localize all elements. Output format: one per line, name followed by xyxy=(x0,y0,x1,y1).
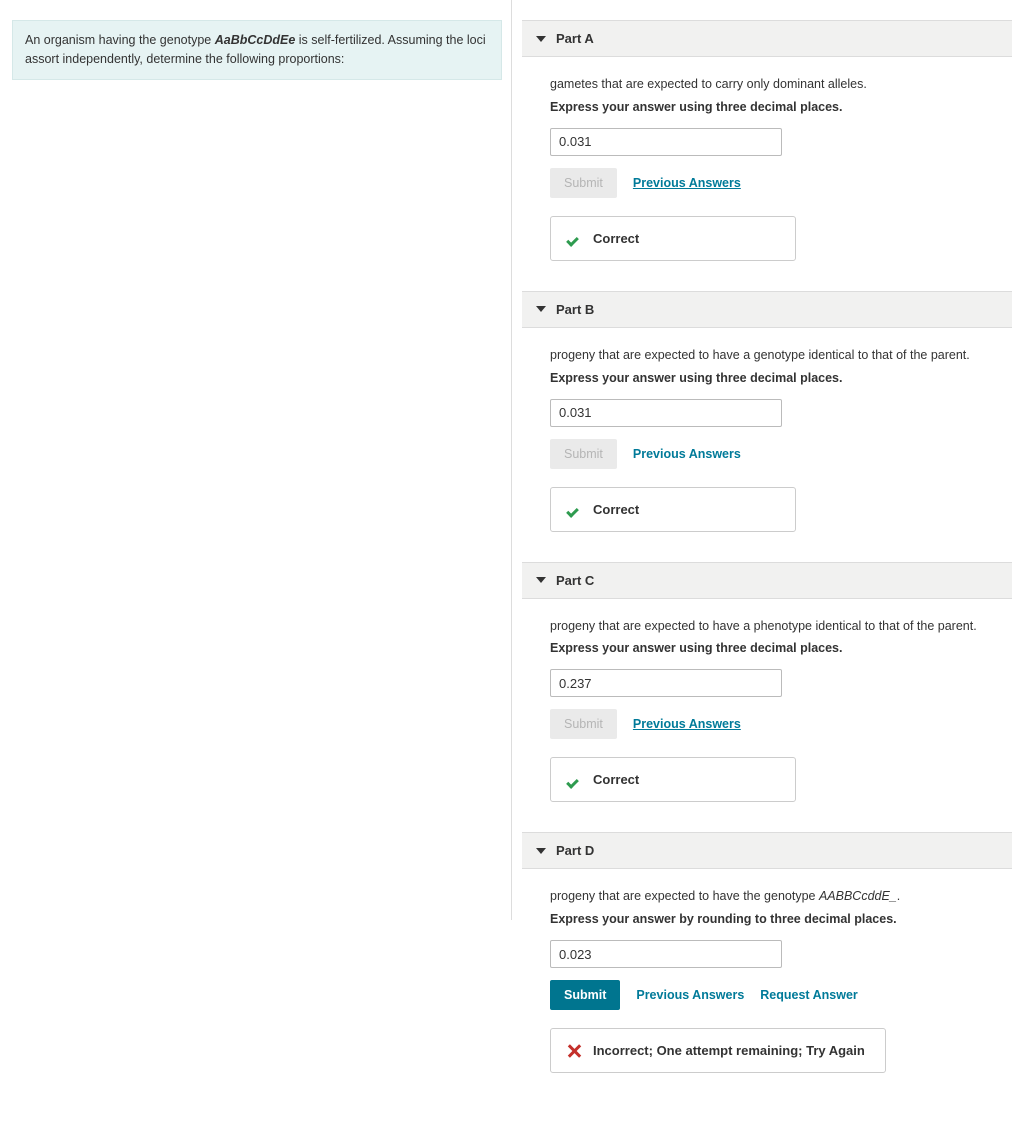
part-d-actions: Submit Previous Answers Request Answer xyxy=(550,980,984,1010)
check-icon xyxy=(567,773,581,787)
submit-button[interactable]: Submit xyxy=(550,980,620,1010)
part-d-instructions: Express your answer by rounding to three… xyxy=(550,912,984,926)
part-b-question: progeny that are expected to have a geno… xyxy=(550,346,984,365)
part-d: Part D progeny that are expected to have… xyxy=(522,832,1012,1073)
part-d-answer-input[interactable] xyxy=(557,946,667,963)
app-root: An organism having the genotype AaBbCcDd… xyxy=(0,0,1024,1123)
part-d-question: progeny that are expected to have the ge… xyxy=(550,887,984,906)
part-d-feedback-text: Incorrect; One attempt remaining; Try Ag… xyxy=(593,1043,865,1058)
part-b-actions: Submit Previous Answers xyxy=(550,439,984,469)
part-a-question: gametes that are expected to carry only … xyxy=(550,75,984,94)
chevron-down-icon xyxy=(536,577,546,583)
part-c-title: Part C xyxy=(556,573,594,588)
previous-answers-link[interactable]: Previous Answers xyxy=(636,988,744,1002)
column-divider xyxy=(511,0,512,920)
submit-button[interactable]: Submit xyxy=(550,709,617,739)
part-c-instructions: Express your answer using three decimal … xyxy=(550,641,984,655)
previous-answers-link[interactable]: Previous Answers xyxy=(633,447,741,461)
chevron-down-icon xyxy=(536,306,546,312)
part-b-answer-input[interactable] xyxy=(550,399,782,427)
part-a-feedback: Correct xyxy=(550,216,796,261)
part-c-actions: Submit Previous Answers xyxy=(550,709,984,739)
part-c-answer-input[interactable] xyxy=(550,669,782,697)
part-c-question: progeny that are expected to have a phen… xyxy=(550,617,984,636)
part-a: Part A gametes that are expected to carr… xyxy=(522,20,1012,261)
x-icon xyxy=(567,1044,581,1058)
part-a-feedback-text: Correct xyxy=(593,231,639,246)
part-a-actions: Submit Previous Answers xyxy=(550,168,984,198)
part-d-feedback: Incorrect; One attempt remaining; Try Ag… xyxy=(550,1028,886,1073)
part-a-instructions: Express your answer using three decimal … xyxy=(550,100,984,114)
previous-answers-link[interactable]: Previous Answers xyxy=(633,717,741,731)
prompt-box: An organism having the genotype AaBbCcDd… xyxy=(12,20,502,80)
part-d-title: Part D xyxy=(556,843,594,858)
part-c: Part C progeny that are expected to have… xyxy=(522,562,1012,803)
part-b-title: Part B xyxy=(556,302,594,317)
part-a-answer-input[interactable] xyxy=(550,128,782,156)
part-d-q-post: . xyxy=(897,889,900,903)
part-c-body: progeny that are expected to have a phen… xyxy=(522,599,1012,803)
part-d-genotype: AABBCcddE_ xyxy=(819,889,897,903)
chevron-down-icon xyxy=(536,848,546,854)
submit-button[interactable]: Submit xyxy=(550,439,617,469)
previous-answers-link[interactable]: Previous Answers xyxy=(633,176,741,190)
part-b-instructions: Express your answer using three decimal … xyxy=(550,371,984,385)
part-a-header[interactable]: Part A xyxy=(522,20,1012,57)
part-b-body: progeny that are expected to have a geno… xyxy=(522,328,1012,532)
chevron-down-icon xyxy=(536,36,546,42)
left-column: An organism having the genotype AaBbCcDd… xyxy=(12,20,502,1103)
part-b-feedback: Correct xyxy=(550,487,796,532)
part-a-body: gametes that are expected to carry only … xyxy=(522,57,1012,261)
part-b: Part B progeny that are expected to have… xyxy=(522,291,1012,532)
submit-button[interactable]: Submit xyxy=(550,168,617,198)
part-b-feedback-text: Correct xyxy=(593,502,639,517)
part-d-header[interactable]: Part D xyxy=(522,832,1012,869)
part-b-header[interactable]: Part B xyxy=(522,291,1012,328)
right-column: Part A gametes that are expected to carr… xyxy=(522,20,1012,1103)
request-answer-link[interactable]: Request Answer xyxy=(760,988,857,1002)
part-d-body: progeny that are expected to have the ge… xyxy=(522,869,1012,1073)
part-d-answer-wrapper[interactable] xyxy=(550,940,782,968)
prompt-pre: An organism having the genotype xyxy=(25,33,215,47)
part-d-q-pre: progeny that are expected to have the ge… xyxy=(550,889,819,903)
prompt-genotype: AaBbCcDdEe xyxy=(215,33,296,47)
part-c-feedback-text: Correct xyxy=(593,772,639,787)
part-c-header[interactable]: Part C xyxy=(522,562,1012,599)
check-icon xyxy=(567,502,581,516)
part-c-feedback: Correct xyxy=(550,757,796,802)
part-a-title: Part A xyxy=(556,31,594,46)
check-icon xyxy=(567,231,581,245)
